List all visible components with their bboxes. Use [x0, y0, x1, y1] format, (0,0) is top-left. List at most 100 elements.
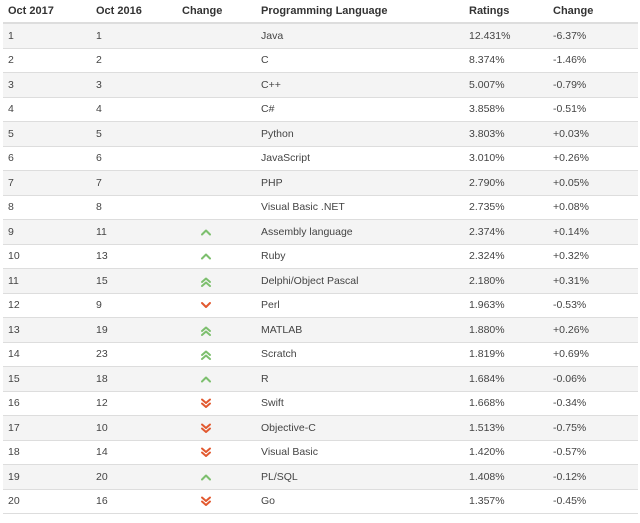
rating-change-cell: +0.26% [548, 317, 638, 342]
language-name[interactable]: Scratch [261, 348, 297, 360]
rating-change: +0.32% [553, 250, 589, 263]
header-oct-2017[interactable]: Oct 2017 [3, 0, 91, 24]
rank-change-cell [177, 47, 256, 73]
language-name[interactable]: C# [261, 103, 274, 115]
rank-oct-2016: 4 [96, 103, 102, 116]
rating-change: +0.05% [553, 176, 589, 189]
header-change-rating[interactable]: Change [548, 0, 638, 24]
language-name-cell: Visual Basic [256, 439, 464, 465]
rank-oct-2017-cell: 14 [3, 341, 91, 367]
language-name-cell: MATLAB [256, 317, 464, 342]
language-name[interactable]: Objective-C [261, 422, 316, 434]
rank-oct-2016: 12 [96, 397, 108, 410]
rank-oct-2016: 11 [96, 225, 107, 238]
rating-change-cell: -0.06% [548, 366, 638, 391]
language-name[interactable]: Perl [261, 299, 280, 311]
rank-oct-2017-cell: 1 [3, 22, 91, 48]
rating-value-cell: 3.803% [464, 121, 548, 146]
rating-change-cell: -0.45% [548, 488, 638, 514]
rank-change-cell [177, 219, 256, 244]
rating-value-cell: 5.007% [464, 72, 548, 97]
header-oct-2016[interactable]: Oct 2016 [91, 0, 177, 24]
rank-oct-2017: 1 [8, 29, 14, 42]
table-row: 3 3 C++ 5.007% -0.79% [3, 72, 638, 97]
language-name-cell: Objective-C [256, 415, 464, 440]
rating-value: 1.668% [469, 397, 505, 410]
rank-oct-2016: 16 [96, 495, 108, 508]
rank-change-cell [177, 390, 256, 416]
rank-oct-2016-cell: 2 [91, 47, 177, 73]
language-name[interactable]: JavaScript [261, 152, 310, 164]
rank-oct-2017-cell: 16 [3, 390, 91, 416]
language-name[interactable]: C [261, 54, 269, 66]
language-name[interactable]: Go [261, 495, 275, 507]
language-name[interactable]: Swift [261, 397, 284, 409]
header-change-rank[interactable]: Change [177, 0, 256, 24]
rating-change-cell: -0.53% [548, 292, 638, 318]
language-name[interactable]: C++ [261, 79, 281, 91]
language-name[interactable]: Java [261, 30, 283, 42]
rating-change: +0.03% [553, 127, 589, 140]
rank-oct-2017-cell: 19 [3, 464, 91, 489]
rating-change-cell: -0.75% [548, 415, 638, 440]
rating-change-cell: +0.69% [548, 341, 638, 367]
rank-oct-2017: 11 [8, 274, 19, 287]
rating-value-cell: 1.420% [464, 439, 548, 465]
rank-oct-2017: 3 [8, 78, 14, 91]
rank-oct-2017-cell: 9 [3, 219, 91, 244]
language-name[interactable]: MATLAB [261, 324, 302, 336]
rating-change-cell: -1.46% [548, 47, 638, 73]
rating-value-cell: 2.324% [464, 243, 548, 269]
rank-oct-2016-cell: 8 [91, 194, 177, 220]
rating-change: +0.69% [553, 348, 589, 361]
language-name[interactable]: Ruby [261, 250, 286, 262]
rank-oct-2017-cell: 8 [3, 194, 91, 220]
table-row: 9 11 Assembly language 2.374% +0.14% [3, 219, 638, 244]
language-name[interactable]: Python [261, 128, 294, 140]
header-programming-language[interactable]: Programming Language [256, 0, 464, 24]
table-row: 13 19 MATLAB 1.880% +0.26% [3, 317, 638, 342]
rating-value-cell: 1.684% [464, 366, 548, 391]
table-row: 11 15 Delphi/Object Pascal 2.180% +0.31% [3, 268, 638, 293]
rating-change: +0.31% [553, 274, 589, 287]
header-row: Oct 2017 Oct 2016 Change Programming Lan… [3, 0, 638, 24]
language-name[interactable]: Assembly language [261, 226, 353, 238]
rating-value: 12.431% [469, 29, 511, 42]
language-name-cell: C++ [256, 72, 464, 97]
rating-change: -0.45% [553, 495, 587, 508]
rating-value: 1.513% [469, 421, 505, 434]
rank-oct-2016-cell: 14 [91, 439, 177, 465]
language-name[interactable]: PL/SQL [261, 471, 298, 483]
chevron-up-icon [200, 251, 212, 261]
rank-oct-2016-cell: 13 [91, 243, 177, 269]
rating-change: -0.51% [553, 103, 587, 116]
header-ratings[interactable]: Ratings [464, 0, 548, 24]
rank-change-cell [177, 145, 256, 171]
rank-oct-2017-cell: 15 [3, 366, 91, 391]
table-row: 15 18 R 1.684% -0.06% [3, 366, 638, 391]
rank-oct-2017: 19 [8, 470, 20, 483]
language-name[interactable]: PHP [261, 177, 283, 189]
rank-oct-2016-cell: 20 [91, 464, 177, 489]
rank-oct-2017: 14 [8, 348, 20, 361]
rating-change-cell: +0.08% [548, 194, 638, 220]
language-name-cell: Python [256, 121, 464, 146]
double-chevron-down-icon [200, 496, 212, 507]
rank-oct-2016: 13 [96, 250, 108, 263]
rank-oct-2017-cell: 6 [3, 145, 91, 171]
language-name[interactable]: Delphi/Object Pascal [261, 275, 358, 287]
rank-oct-2016-cell: 1 [91, 22, 177, 48]
rank-oct-2017: 10 [8, 250, 20, 263]
language-name[interactable]: Visual Basic .NET [261, 201, 345, 213]
rating-value-cell: 1.513% [464, 415, 548, 440]
chevron-down-icon [200, 300, 212, 310]
double-chevron-down-icon [200, 423, 212, 433]
table-row: 14 23 Scratch 1.819% +0.69% [3, 341, 638, 367]
rating-change: +0.26% [553, 152, 589, 165]
language-name[interactable]: Visual Basic [261, 446, 318, 458]
table-row: 8 8 Visual Basic .NET 2.735% +0.08% [3, 194, 638, 220]
language-name-cell: Swift [256, 390, 464, 416]
table-row: 1 1 Java 12.431% -6.37% [3, 22, 638, 48]
rank-oct-2016: 14 [96, 446, 108, 459]
language-name[interactable]: R [261, 373, 269, 385]
